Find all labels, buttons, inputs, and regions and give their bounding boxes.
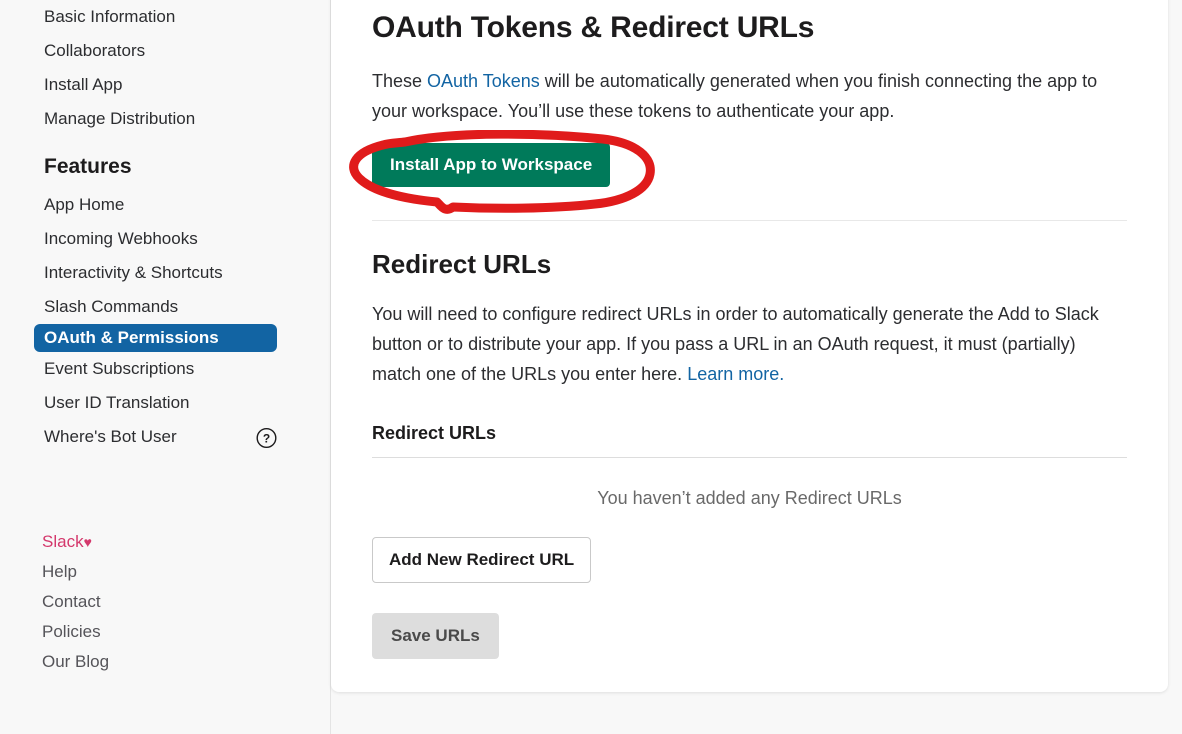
sidebar-item-label: Interactivity & Shortcuts — [44, 263, 223, 282]
sidebar-item-label: Manage Distribution — [44, 109, 196, 128]
sidebar-item-wheres-bot-user[interactable]: Where's Bot User ? — [0, 420, 330, 454]
svg-text:?: ? — [263, 432, 270, 446]
app-page: Basic Information Collaborators Install … — [0, 0, 1182, 734]
heart-icon: ♥ — [83, 534, 92, 550]
footer-link-label: Help — [42, 562, 77, 581]
sidebar-item-collaborators[interactable]: Collaborators — [0, 34, 330, 68]
sidebar-top-list: Basic Information Collaborators Install … — [0, 0, 330, 136]
sidebar-item-manage-distribution[interactable]: Manage Distribution — [0, 102, 330, 136]
footer-link-policies[interactable]: Policies — [0, 617, 330, 647]
card-inner: OAuth Tokens & Redirect URLs These OAuth… — [331, 0, 1168, 659]
redirect-urls-empty-state: You haven’t added any Redirect URLs — [597, 488, 902, 508]
sidebar-item-label: OAuth & Permissions — [44, 328, 219, 347]
sidebar-item-label: Collaborators — [44, 41, 146, 60]
sidebar-features-list: App Home Incoming Webhooks Interactivity… — [0, 188, 330, 454]
section-divider — [372, 220, 1127, 221]
footer-link-contact[interactable]: Contact — [0, 587, 330, 617]
sidebar-item-label: Slash Commands — [44, 297, 179, 316]
sidebar-item-label: Incoming Webhooks — [44, 229, 198, 248]
oauth-intro-paragraph: These OAuth Tokens will be automatically… — [372, 66, 1127, 126]
sidebar-item-interactivity-shortcuts[interactable]: Interactivity & Shortcuts — [0, 256, 330, 290]
footer-link-our-blog[interactable]: Our Blog — [0, 647, 330, 677]
add-new-redirect-url-button[interactable]: Add New Redirect URL — [372, 537, 592, 583]
page-title: OAuth Tokens & Redirect URLs — [372, 11, 815, 44]
footer-link-label: Contact — [42, 592, 101, 611]
sidebar-nav: Basic Information Collaborators Install … — [0, 0, 331, 734]
footer-link-help[interactable]: Help — [0, 557, 330, 587]
footer-link-label: Our Blog — [42, 652, 110, 671]
footer-brand-label: Slack — [42, 532, 84, 551]
question-mark-circle-icon[interactable]: ? — [256, 427, 277, 449]
sidebar-item-event-subscriptions[interactable]: Event Subscriptions — [0, 352, 330, 386]
sidebar-footer: Slack♥ Help Contact Policies Our Blog — [0, 527, 330, 677]
oauth-tokens-link[interactable]: OAuth Tokens — [427, 71, 540, 91]
footer-link-label: Policies — [42, 622, 101, 641]
sidebar-item-install-app[interactable]: Install App — [0, 68, 330, 102]
main-content-card: OAuth Tokens & Redirect URLs These OAuth… — [331, 0, 1168, 692]
sidebar-item-basic-information[interactable]: Basic Information — [0, 0, 330, 34]
sidebar-item-app-home[interactable]: App Home — [0, 188, 330, 222]
sidebar-item-label: Basic Information — [44, 7, 176, 26]
sidebar-item-label: Event Subscriptions — [44, 359, 195, 378]
sidebar-item-label: Install App — [44, 75, 123, 94]
sidebar-item-label: App Home — [44, 195, 125, 214]
redirect-urls-sub-title: Redirect URLs — [372, 423, 1127, 458]
sidebar-item-label: User ID Translation — [44, 393, 190, 412]
sidebar-section-title-features: Features — [44, 155, 132, 178]
sidebar-item-user-id-translation[interactable]: User ID Translation — [0, 386, 330, 420]
sidebar-item-incoming-webhooks[interactable]: Incoming Webhooks — [0, 222, 330, 256]
save-urls-button[interactable]: Save URLs — [372, 613, 499, 659]
learn-more-link[interactable]: Learn more. — [687, 364, 784, 384]
sidebar-item-slash-commands[interactable]: Slash Commands — [0, 290, 330, 324]
sidebar-item-label: Where's Bot User — [44, 427, 177, 446]
intro-text-before: These — [372, 71, 428, 91]
install-app-to-workspace-button[interactable]: Install App to Workspace — [372, 143, 611, 187]
footer-link-slack[interactable]: Slack♥ — [0, 527, 330, 557]
redirect-urls-description: You will need to configure redirect URLs… — [372, 299, 1127, 389]
sidebar-item-oauth-permissions[interactable]: OAuth & Permissions — [34, 324, 277, 352]
redirect-urls-section-title: Redirect URLs — [372, 249, 552, 279]
